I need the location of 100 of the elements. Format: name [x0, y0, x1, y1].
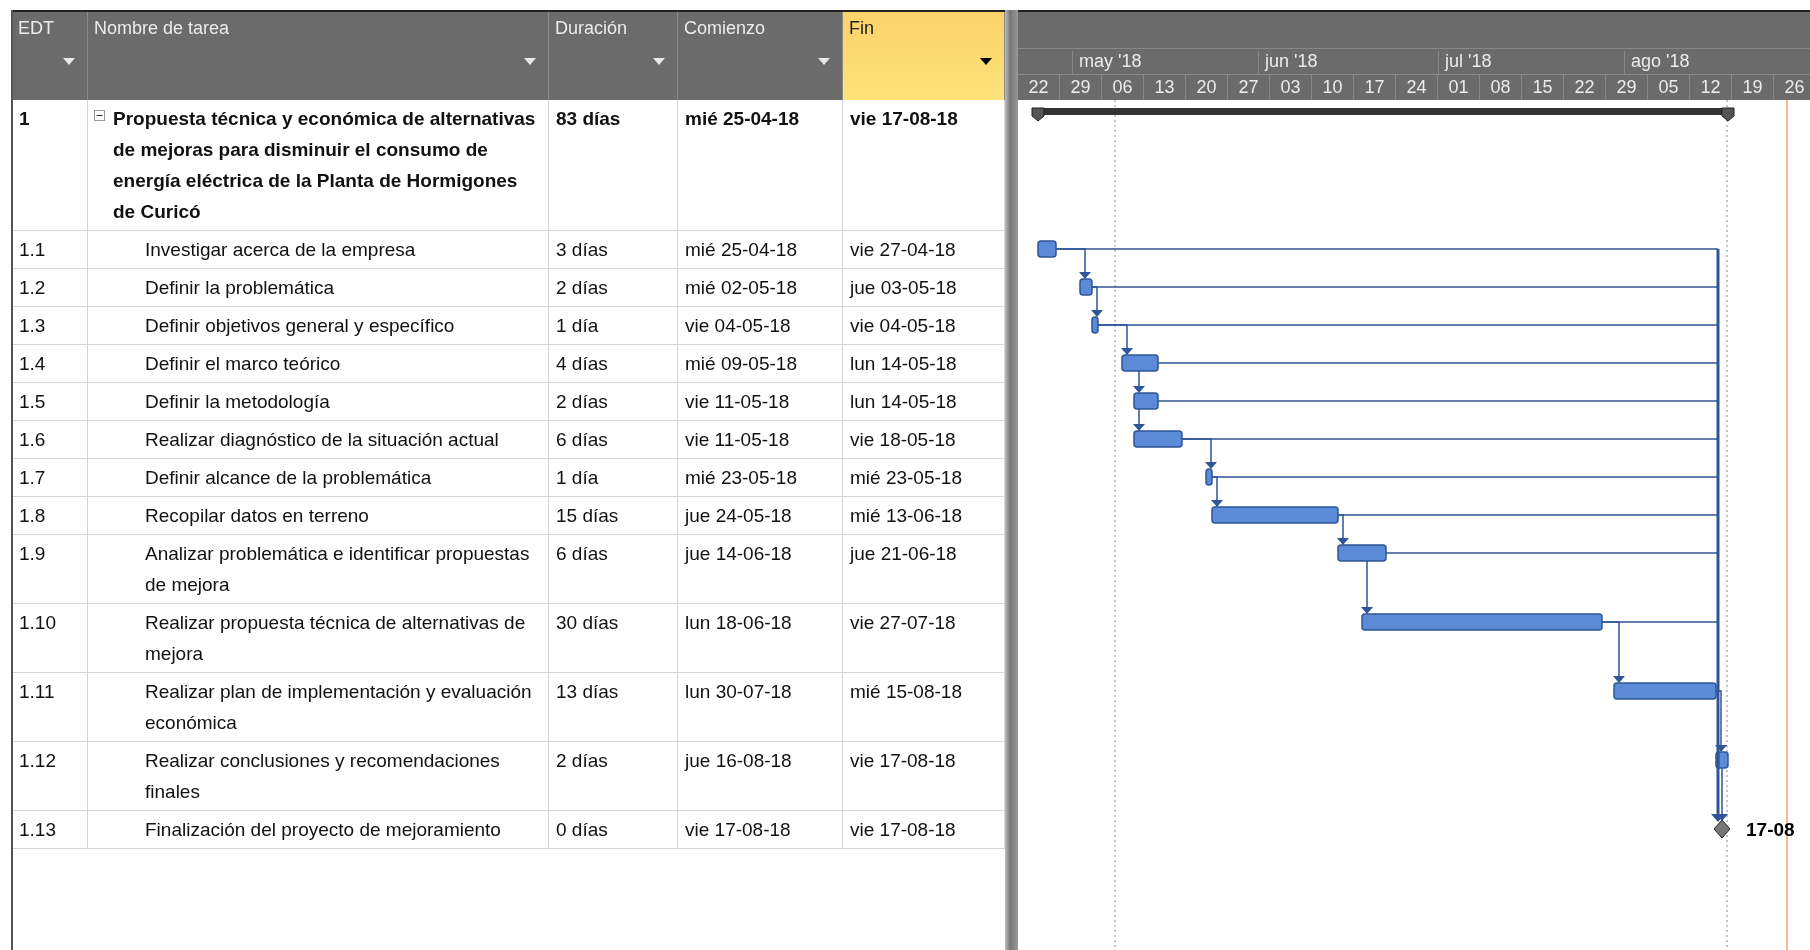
start-date-cell: lun 18-06-18 [685, 612, 792, 633]
task-name: Definir el marco teórico [145, 352, 341, 376]
finish-date-cell: mié 15-08-18 [850, 681, 962, 702]
dropdown-arrow-icon[interactable] [980, 58, 992, 65]
task-name: Definir la metodología [145, 390, 330, 414]
week-label: 20 [1186, 75, 1228, 100]
duration-cell: 4 días [556, 353, 608, 374]
wbs-cell: 1.5 [19, 391, 46, 412]
finish-date-cell: jue 21-06-18 [850, 543, 957, 564]
task-name: Recopilar datos en terreno [145, 504, 369, 528]
start-date-cell: vie 11-05-18 [685, 429, 790, 450]
month-label: may '18 [1072, 50, 1142, 75]
task-name: Realizar propuesta técnica de alternativas de mejora [145, 611, 527, 666]
week-label: 06 [1102, 75, 1144, 100]
finish-date-cell: mié 23-05-18 [850, 467, 962, 488]
duration-cell: 15 días [556, 505, 619, 526]
week-label: 05 [1648, 75, 1690, 100]
duration-cell: 2 días [556, 277, 608, 298]
wbs-cell: 1.3 [19, 315, 46, 336]
duration-cell: 2 días [556, 750, 608, 771]
start-date-cell: vie 04-05-18 [685, 315, 791, 336]
week-label: 24 [1396, 75, 1438, 100]
start-date-cell: lun 30-07-18 [685, 681, 792, 702]
wbs-cell: 1.2 [19, 277, 46, 298]
start-date-cell: vie 11-05-18 [685, 391, 790, 412]
week-label: 22 [1018, 75, 1060, 100]
link-arrow [1181, 438, 1217, 469]
duration-cell: 1 día [556, 315, 599, 336]
week-label: 17 [1354, 75, 1396, 100]
start-date-cell: vie 17-08-18 [685, 819, 791, 840]
task-bar[interactable] [1037, 240, 1057, 258]
duration-cell: 30 días [556, 612, 619, 633]
week-label: 29 [1060, 75, 1102, 100]
finish-date-cell: vie 17-08-18 [850, 108, 958, 129]
task-name: Investigar acerca de la empresa [145, 238, 416, 262]
wbs-cell: 1.1 [19, 239, 46, 260]
milestone-date-label: 17-08 [1746, 819, 1795, 840]
week-label: 15 [1522, 75, 1564, 100]
task-name: Realizar conclusiones y recomendaciones finales [145, 749, 501, 804]
week-label: 12 [1690, 75, 1732, 100]
link-arrow [1097, 324, 1133, 355]
task-name: Definir la problemática [145, 276, 335, 300]
finish-date-cell: vie 27-04-18 [850, 239, 956, 260]
week-label: 22 [1564, 75, 1606, 100]
week-label: 03 [1270, 75, 1312, 100]
wbs-cell: 1.7 [19, 467, 46, 488]
week-label: 10 [1312, 75, 1354, 100]
link-arrow [1361, 560, 1373, 614]
pane-splitter[interactable] [1005, 10, 1018, 950]
link-arrow [1601, 621, 1625, 683]
task-name: Definir objetivos general y específico [145, 314, 455, 338]
task-name: Propuesta técnica y económica de alternativas de mejoras para disminuir el consumo de energía eléctrica de la Planta de Hormigones de Curicó [113, 107, 537, 224]
finish-date-cell: vie 04-05-18 [850, 315, 956, 336]
wbs-cell: 1.13 [19, 819, 56, 840]
finish-date-cell: vie 18-05-18 [850, 429, 956, 450]
wbs-cell: 1.4 [19, 353, 46, 374]
task-name: Analizar problemática e identificar propuestas de mejora [145, 542, 531, 597]
finish-date-cell: vie 27-07-18 [850, 612, 956, 633]
month-label: jul '18 [1438, 50, 1492, 75]
link-arrow [1055, 248, 1091, 279]
link-arrow [1337, 514, 1349, 545]
start-date-cell: mié 25-04-18 [685, 108, 800, 129]
start-date-cell: mié 23-05-18 [685, 467, 797, 488]
column-header[interactable]: Fin [843, 12, 1005, 100]
task-name: Definir alcance de la problemática [145, 466, 432, 490]
start-date-cell: jue 14-06-18 [685, 543, 792, 564]
duration-cell: 6 días [556, 429, 608, 450]
task-bar[interactable] [1133, 392, 1159, 410]
task-bar[interactable] [1079, 278, 1093, 296]
link-arrow [1091, 286, 1103, 317]
duration-cell: 2 días [556, 391, 608, 412]
finish-date-cell: lun 14-05-18 [850, 353, 957, 374]
column-header[interactable]: Nombre de tarea [88, 12, 549, 100]
collapse-icon[interactable] [94, 110, 105, 121]
start-date-cell: mié 02-05-18 [685, 277, 797, 298]
duration-cell: 3 días [556, 239, 608, 260]
duration-cell: 83 días [556, 108, 621, 129]
duration-cell: 6 días [556, 543, 608, 564]
week-label: 27 [1228, 75, 1270, 100]
wbs-cell: 1.12 [19, 750, 56, 771]
wbs-cell: 1.6 [19, 429, 46, 450]
finish-date-cell: jue 03-05-18 [850, 277, 957, 298]
column-header[interactable]: EDT [12, 12, 88, 100]
week-label: 19 [1732, 75, 1774, 100]
task-bar[interactable] [1091, 316, 1099, 334]
start-date-cell: jue 24-05-18 [685, 505, 792, 526]
start-date-cell: jue 16-08-18 [685, 750, 792, 771]
wbs-cell: 1.10 [19, 612, 56, 633]
task-bar[interactable] [1205, 468, 1213, 486]
start-date-cell: mié 09-05-18 [685, 353, 797, 374]
wbs-cell: 1.8 [19, 505, 46, 526]
milestone-diamond[interactable] [1713, 819, 1731, 839]
summary-bar[interactable] [1031, 107, 1735, 122]
wbs-cell: 1.11 [19, 681, 55, 702]
month-label: ago '18 [1624, 50, 1690, 75]
finish-date-cell: vie 17-08-18 [850, 819, 956, 840]
column-header[interactable]: Duración [549, 12, 678, 100]
link-arrow [1211, 476, 1223, 507]
week-label: 13 [1144, 75, 1186, 100]
month-label: jun '18 [1258, 50, 1318, 75]
